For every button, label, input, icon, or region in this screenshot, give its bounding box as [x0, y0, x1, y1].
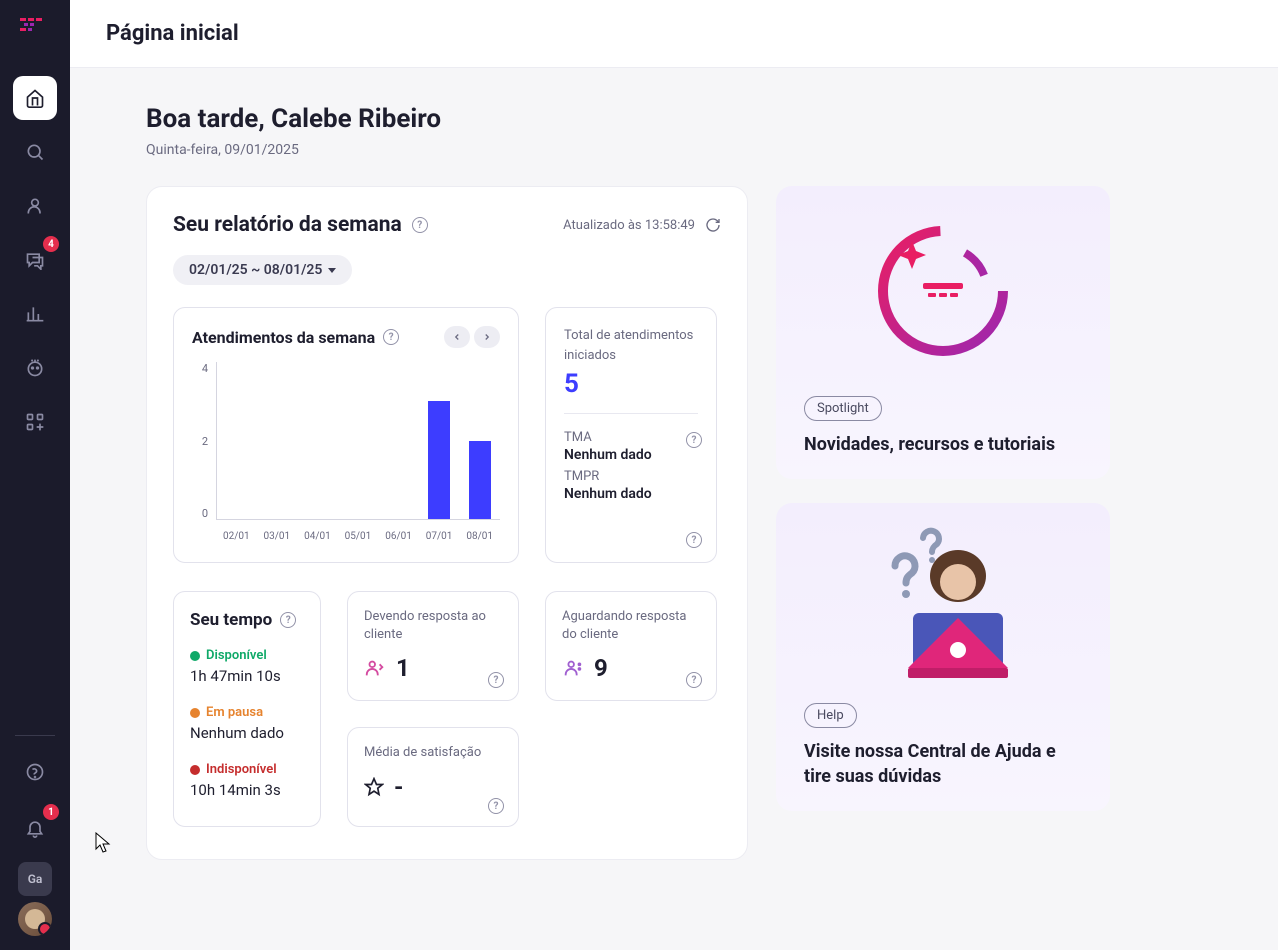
- home-icon: [25, 88, 45, 108]
- owed-label: Devendo resposta ao cliente: [364, 608, 502, 644]
- waiting-card: Aguardando resposta do cliente 9 ?: [545, 591, 717, 701]
- report-title: Seu relatório da semana: [173, 213, 402, 237]
- chart-next-button[interactable]: [474, 326, 500, 348]
- bar-chart-icon: [25, 304, 45, 324]
- user-icon: [25, 196, 45, 216]
- help-image: [776, 503, 1110, 703]
- date-text: Quinta-feira, 09/01/2025: [146, 142, 1242, 158]
- help-icon[interactable]: ?: [488, 672, 504, 688]
- date-range-picker[interactable]: 02/01/25 ~ 08/01/25: [173, 255, 352, 285]
- satisfaction-card: Média de satisfação - ?: [347, 727, 519, 827]
- help-title: Visite nossa Central de Ajuda e tire sua…: [804, 740, 1082, 789]
- nav-notifications[interactable]: 1: [13, 806, 57, 850]
- chevron-left-icon: [452, 332, 462, 342]
- satisfaction-label: Média de satisfação: [364, 744, 502, 762]
- help-circle-icon: [25, 762, 45, 782]
- updated-text: Atualizado às 13:58:49: [563, 218, 695, 233]
- logo: [20, 18, 50, 32]
- agent-icon: [364, 657, 386, 679]
- help-icon[interactable]: ?: [412, 217, 428, 233]
- totals-label: Total de atendimentos iniciados: [564, 326, 698, 365]
- status-available: Disponível: [190, 648, 304, 663]
- owed-card: Devendo resposta ao cliente 1 ?: [347, 591, 519, 701]
- user-avatar[interactable]: [18, 902, 52, 936]
- caret-down-icon: [328, 268, 336, 273]
- chat-badge: 4: [43, 236, 59, 252]
- status-paused: Em pausa: [190, 705, 304, 720]
- chart-bar: [469, 441, 491, 520]
- star-icon: [364, 777, 384, 797]
- divider: [15, 735, 55, 736]
- help-icon[interactable]: ?: [488, 798, 504, 814]
- content: Boa tarde, Calebe Ribeiro Quinta-feira, …: [70, 68, 1278, 950]
- waiting-value: 9: [594, 654, 608, 682]
- nav-user[interactable]: [13, 184, 57, 228]
- main: Página inicial Boa tarde, Calebe Ribeiro…: [70, 0, 1278, 950]
- topbar: Página inicial: [70, 0, 1278, 68]
- help-icon[interactable]: ?: [686, 432, 702, 448]
- user-wait-icon: [562, 657, 584, 679]
- chart-card: Atendimentos da semana ?: [173, 307, 519, 563]
- dot-icon: [190, 708, 200, 718]
- help-icon[interactable]: ?: [686, 672, 702, 688]
- owed-value: 1: [396, 654, 410, 682]
- help-icon[interactable]: ?: [280, 612, 296, 628]
- dot-icon: [190, 651, 200, 661]
- time-title: Seu tempo: [190, 610, 272, 630]
- nav-analytics[interactable]: [13, 292, 57, 336]
- help-card[interactable]: Help Visite nossa Central de Ajuda e tir…: [776, 503, 1110, 811]
- date-range-text: 02/01/25 ~ 08/01/25: [189, 262, 322, 278]
- nav-help[interactable]: [13, 750, 57, 794]
- chat-icon: [25, 250, 45, 270]
- help-icon[interactable]: ?: [686, 532, 702, 548]
- bell-icon: [25, 818, 45, 838]
- apps-icon: [25, 412, 45, 432]
- tmpr-label: TMPR: [564, 469, 698, 484]
- nav-home[interactable]: [13, 76, 57, 120]
- greeting: Boa tarde, Calebe Ribeiro: [146, 104, 1242, 134]
- page-title: Página inicial: [106, 21, 239, 46]
- waiting-label: Aguardando resposta do cliente: [562, 608, 700, 644]
- spotlight-image: [776, 186, 1110, 396]
- chart-bar: [428, 401, 450, 519]
- nav-search[interactable]: [13, 130, 57, 174]
- chevron-right-icon: [482, 332, 492, 342]
- refresh-icon[interactable]: [705, 217, 721, 233]
- sidebar-bottom: 1 Ga: [13, 735, 57, 950]
- chart-prev-button[interactable]: [444, 326, 470, 348]
- help-icon[interactable]: ?: [383, 329, 399, 345]
- spotlight-title: Novidades, recursos e tutoriais: [804, 433, 1082, 457]
- dot-icon: [190, 765, 200, 775]
- tmpr-value: Nenhum dado: [564, 486, 698, 502]
- bar-chart: 420 02/0103/0104/0105/0106/0107/0108/01: [192, 362, 500, 542]
- paused-value: Nenhum dado: [190, 724, 304, 742]
- nav-chat[interactable]: 4: [13, 238, 57, 282]
- totals-value: 5: [564, 369, 698, 399]
- unavailable-value: 10h 14min 3s: [190, 781, 304, 799]
- tma-value: Nenhum dado: [564, 447, 698, 463]
- greeting-text: Boa tarde, Calebe Ribeiro: [146, 104, 1242, 134]
- workspace-avatar[interactable]: Ga: [18, 862, 52, 896]
- nav-apps[interactable]: [13, 400, 57, 444]
- satisfaction-value: -: [394, 773, 403, 801]
- notification-badge: 1: [43, 804, 59, 820]
- bot-icon: [25, 358, 45, 378]
- chart-title: Atendimentos da semana: [192, 328, 375, 347]
- spotlight-card[interactable]: Spotlight Novidades, recursos e tutoriai…: [776, 186, 1110, 479]
- sidebar: 4 1 Ga: [0, 0, 70, 950]
- status-unavailable: Indisponível: [190, 762, 304, 777]
- time-card: Seu tempo ? Disponível 1h 47min 10s Em p…: [173, 591, 321, 827]
- nav-bot[interactable]: [13, 346, 57, 390]
- available-value: 1h 47min 10s: [190, 667, 304, 685]
- search-icon: [25, 142, 45, 162]
- tma-label: TMA: [564, 430, 698, 445]
- weekly-report-panel: Seu relatório da semana ? Atualizado às …: [146, 186, 748, 860]
- totals-card: Total de atendimentos iniciados 5 ? TMA …: [545, 307, 717, 563]
- help-badge: Help: [804, 703, 857, 728]
- spotlight-badge: Spotlight: [804, 396, 882, 421]
